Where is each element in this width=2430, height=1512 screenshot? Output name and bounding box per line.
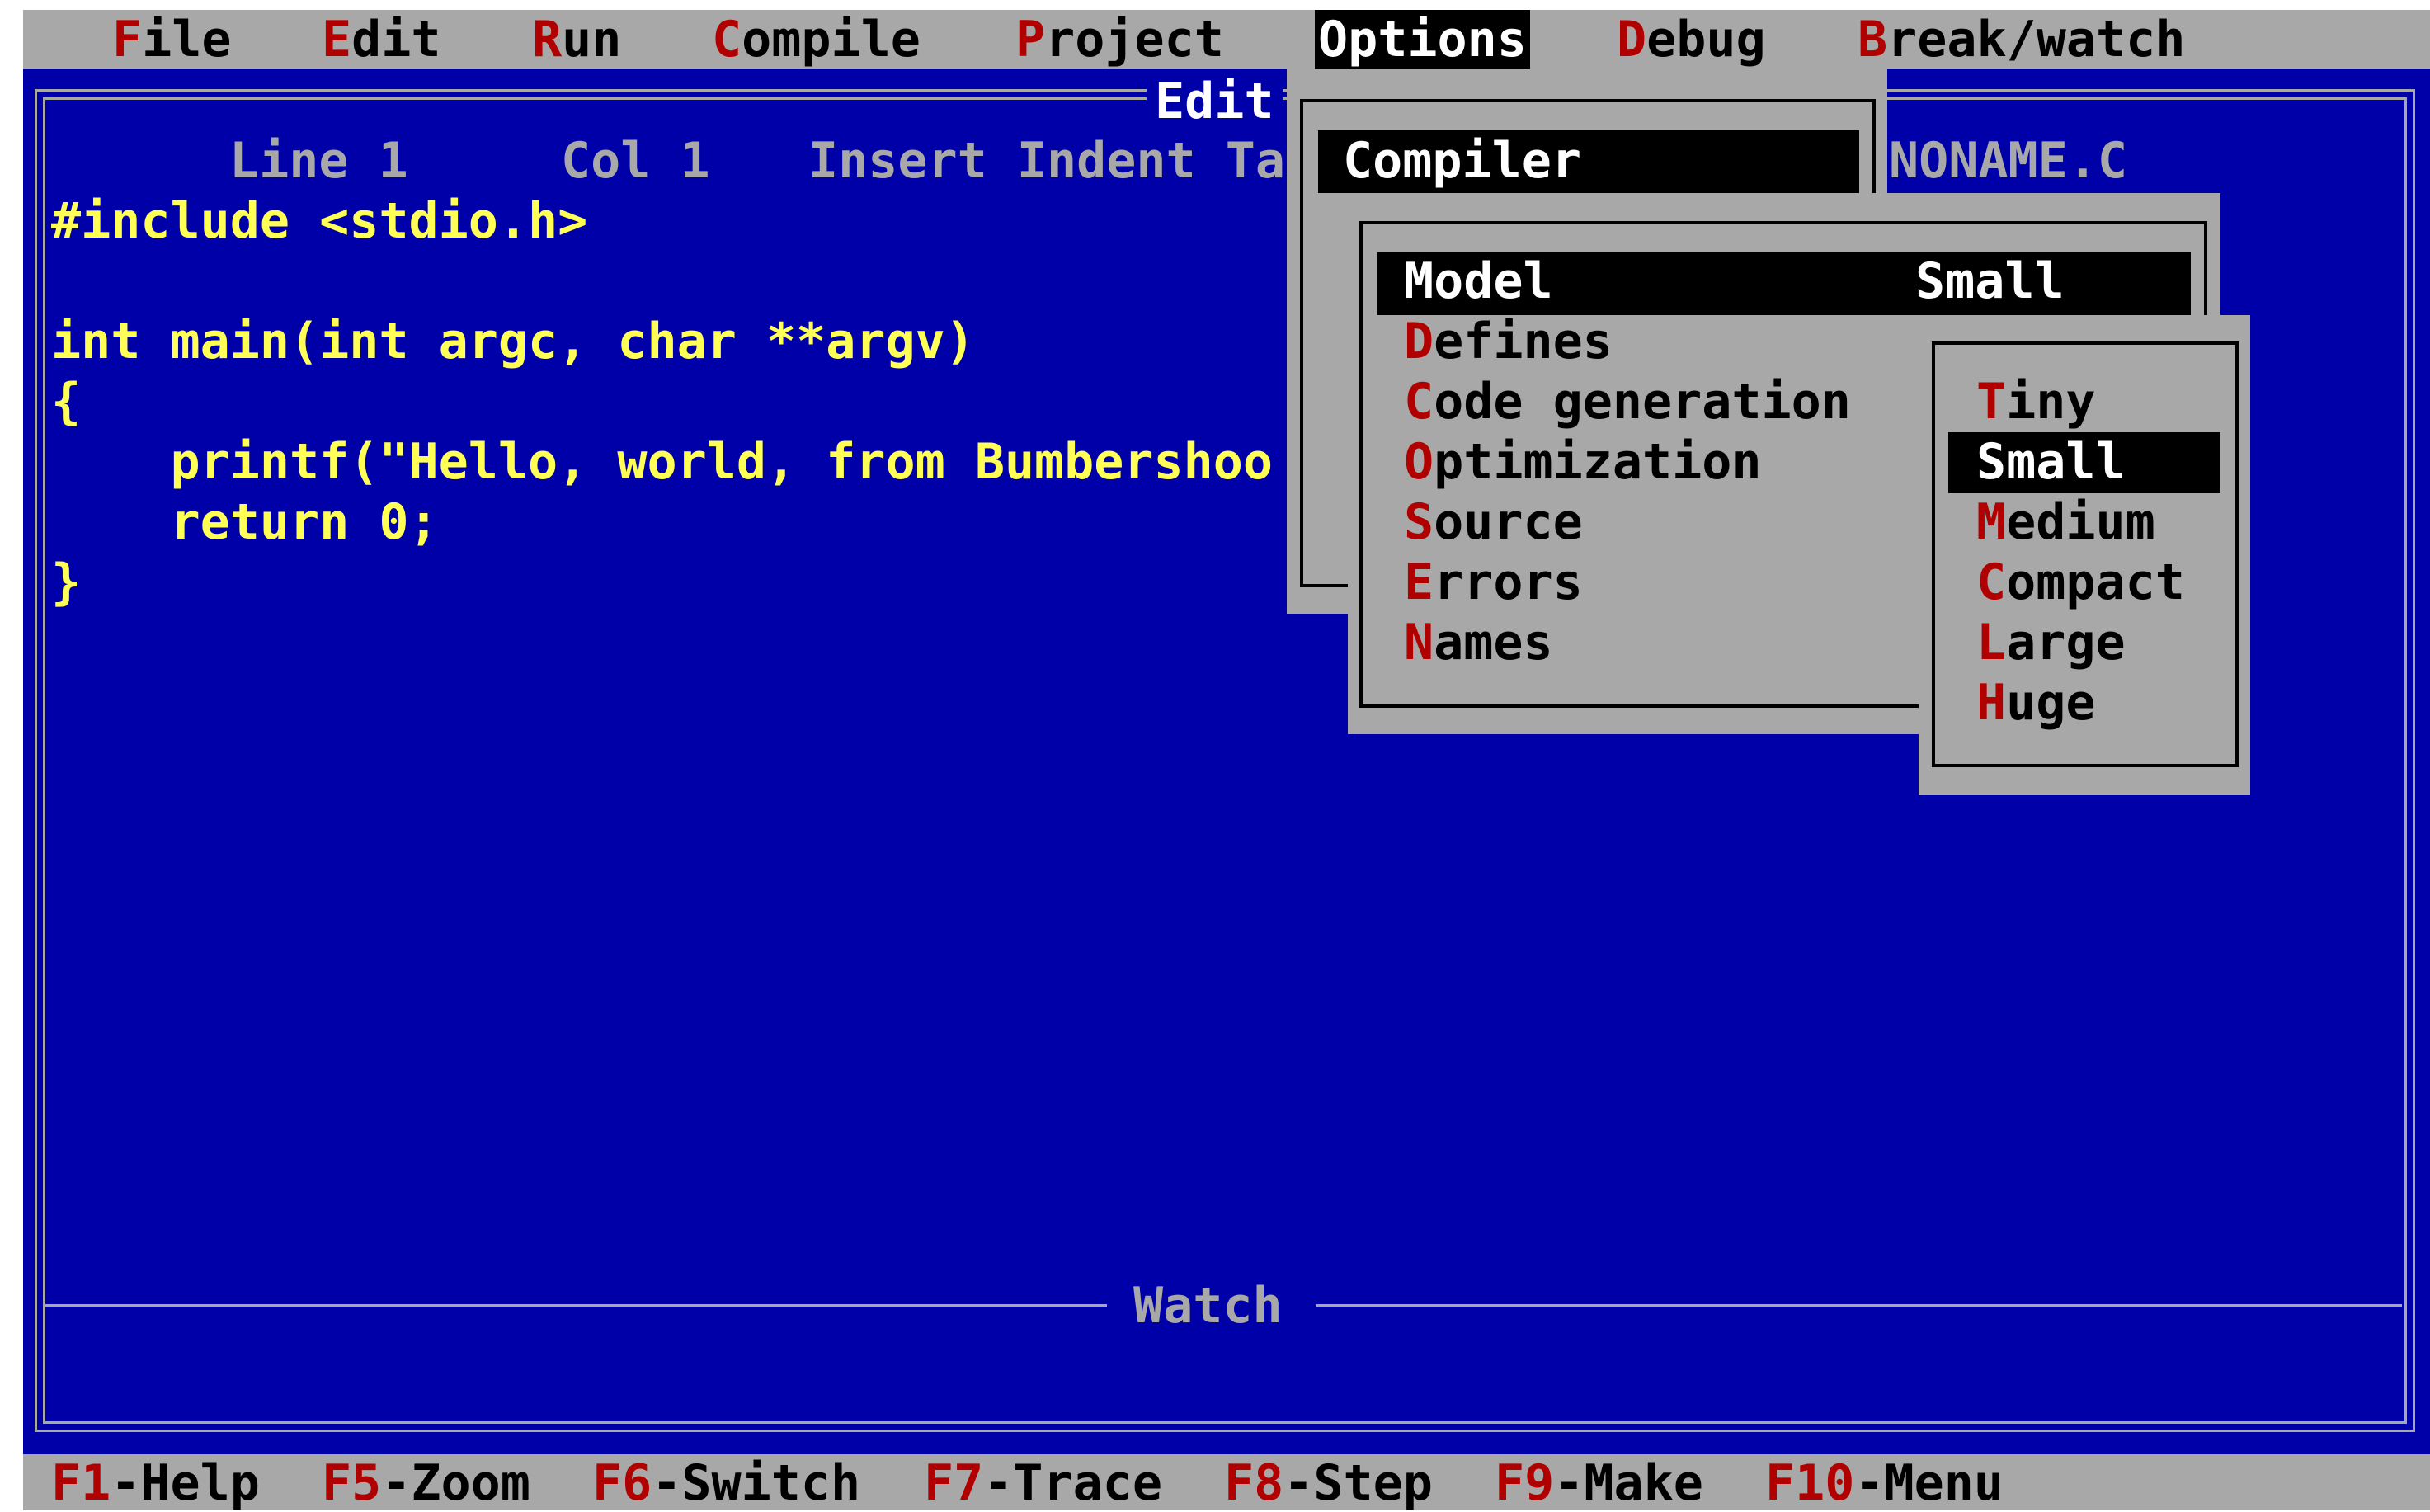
menu-run[interactable]: Run (532, 10, 621, 69)
compiler-model-value: Small (1915, 252, 2065, 310)
compiler-item-optimization[interactable]: Optimization (1404, 433, 1761, 491)
compiler-item-model[interactable]: Model (1404, 252, 1553, 310)
watch-divider-right (1316, 1304, 2402, 1307)
line-indicator: Line 1 (229, 132, 408, 190)
code-line[interactable]: } (51, 553, 81, 611)
menu-break-watch[interactable]: Break/watch (1858, 10, 2185, 69)
fkey-make[interactable]: F9-Make (1495, 1454, 1703, 1512)
model-item-large[interactable]: Large (1976, 614, 2126, 671)
menu-options[interactable]: Options (1315, 10, 1530, 69)
menu-file[interactable]: File (112, 10, 232, 69)
compiler-item-defines[interactable]: Defines (1404, 313, 1613, 370)
fkey-step[interactable]: F8-Step (1224, 1454, 1433, 1512)
menu-edit[interactable]: Edit (322, 10, 441, 69)
model-item-medium[interactable]: Medium (1976, 493, 2155, 551)
fkey-switch[interactable]: F6-Switch (592, 1454, 860, 1512)
fkey-trace[interactable]: F7-Trace (924, 1454, 1162, 1512)
code-line[interactable]: printf("Hello, world, from Bumbershoo (51, 433, 1273, 491)
col-indicator: Col 1 (561, 132, 710, 190)
fkey-zoom[interactable]: F5-Zoom (322, 1454, 530, 1512)
compiler-item-names[interactable]: Names (1404, 614, 1553, 671)
menu-compile[interactable]: Compile (712, 10, 921, 69)
options-item-compiler[interactable]: Compiler (1343, 132, 1581, 190)
code-line[interactable]: #include <stdio.h> (51, 192, 587, 250)
code-line[interactable]: int main(int argc, char **argv) (51, 313, 975, 370)
code-line[interactable]: { (51, 373, 81, 431)
watch-divider-left (43, 1304, 1107, 1307)
filename-indicator: NONAME.C (1889, 132, 2127, 190)
model-item-small[interactable]: Small (1976, 433, 2126, 491)
compiler-item-source[interactable]: Source (1404, 493, 1583, 551)
model-item-compact[interactable]: Compact (1976, 553, 2185, 611)
edit-window-title: Edit (1147, 73, 1283, 130)
watch-window-title: Watch (1133, 1277, 1283, 1335)
fkey-help[interactable]: F1-Help (51, 1454, 260, 1512)
compiler-item-code-generation[interactable]: Code generation (1404, 373, 1851, 431)
menu-debug[interactable]: Debug (1617, 10, 1766, 69)
menu-project[interactable]: Project (1015, 10, 1224, 69)
model-item-huge[interactable]: Huge (1976, 674, 2096, 732)
model-item-tiny[interactable]: Tiny (1976, 373, 2096, 431)
fkey-menu[interactable]: F10-Menu (1765, 1454, 2004, 1512)
compiler-item-errors[interactable]: Errors (1404, 553, 1583, 611)
code-line[interactable]: return 0; (51, 493, 438, 551)
editor-mode-indicator: Insert Indent Ta (808, 132, 1285, 190)
